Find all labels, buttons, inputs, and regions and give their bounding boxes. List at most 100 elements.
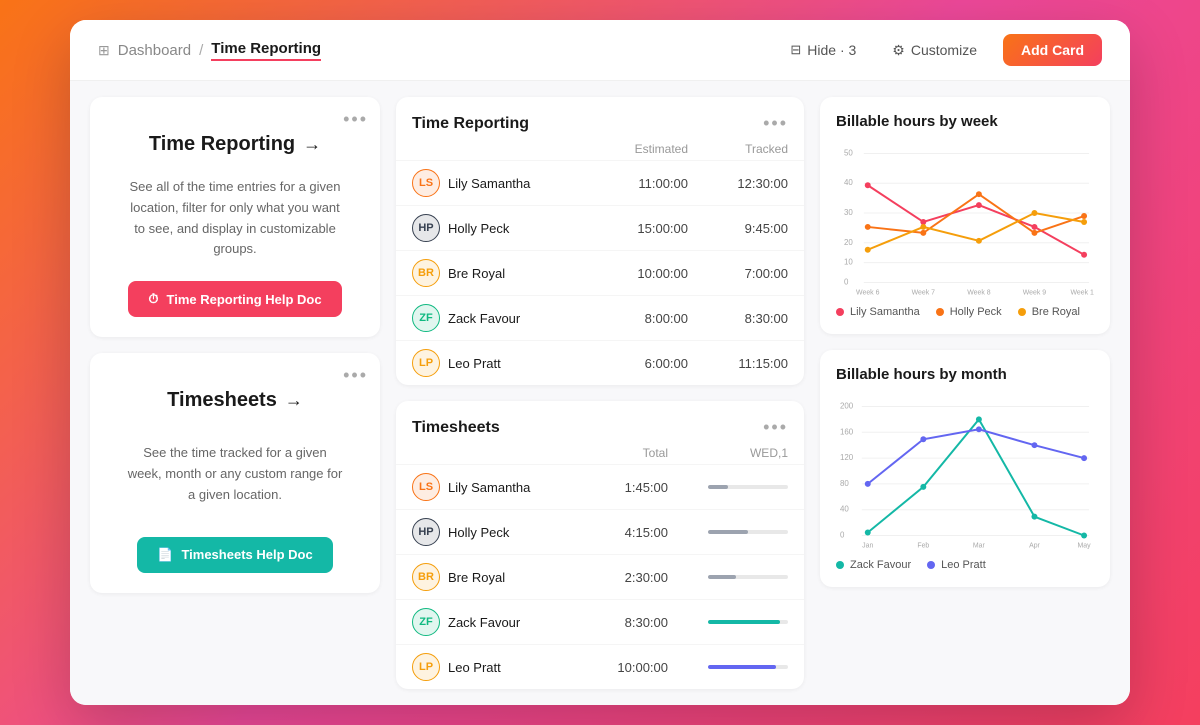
user-cell: ZF Zack Favour [412,304,588,332]
tracked-value: 9:45:00 [688,221,788,236]
clock-icon: ⏱ [148,291,158,307]
table-menu-button[interactable]: ••• [763,113,788,134]
add-card-button[interactable]: Add Card [1003,34,1102,66]
user-name: Zack Favour [448,615,520,630]
card-menu-button[interactable]: ••• [343,109,368,130]
legend-dot-zack [836,561,844,569]
breadcrumb: ⊞ Dashboard / Time Reporting [98,40,321,61]
table-row: LP Leo Pratt 6:00:00 11:15:00 [396,340,804,385]
gear-icon: ⚙ [892,42,905,59]
total-value: 1:45:00 [588,480,668,495]
weekly-chart-title: Billable hours by week [836,113,1094,130]
user-cell: BR Bre Royal [412,259,588,287]
progress-bar-container [668,485,788,489]
total-value: 2:30:00 [588,570,668,585]
legend-dot-leo [927,561,935,569]
weekly-chart-svg: 50 40 30 20 10 0 Week 6 [836,138,1094,298]
table-card-header: Time Reporting ••• [396,97,804,142]
tracked-value: 7:00:00 [688,266,788,281]
progress-track [708,530,788,534]
weekly-chart-area: 50 40 30 20 10 0 Week 6 [836,138,1094,298]
table-row: BR Bre Royal 2:30:00 [396,554,804,599]
user-cell: LP Leo Pratt [412,349,588,377]
progress-bar-container [668,620,788,624]
user-name: Leo Pratt [448,660,501,675]
legend-lily: Lily Samantha [836,306,920,318]
header-actions: ⊟ Hide · 3 ⚙ Customize Add Card [780,34,1102,66]
timesheets-arrow-icon: → [285,390,303,411]
timesheets-info-card-description: See the time tracked for a given week, m… [125,443,345,505]
table-row: LP Leo Pratt 10:00:00 [396,644,804,689]
user-cell: ZF Zack Favour [412,608,588,636]
svg-text:10: 10 [844,258,853,267]
svg-text:40: 40 [840,505,849,514]
svg-text:20: 20 [844,238,853,247]
progress-bar-container [668,665,788,669]
left-column: ••• Time Reporting → See all of the time… [90,97,380,689]
user-name: Holly Peck [448,221,509,236]
timesheets-table-menu-button[interactable]: ••• [763,417,788,438]
svg-text:Jan: Jan [862,542,873,549]
progress-track [708,575,788,579]
user-name: Leo Pratt [448,356,501,371]
user-cell: LS Lily Samantha [412,473,588,501]
avatar: BR [412,259,440,287]
user-cell: LP Leo Pratt [412,653,588,681]
progress-bar-container [668,575,788,579]
legend-label-holly: Holly Peck [950,306,1002,318]
table-columns-header: Estimated Tracked [396,142,804,160]
hide-button[interactable]: ⊟ Hide · 3 [780,36,866,64]
timesheets-help-button[interactable]: 📄 Timesheets Help Doc [137,537,332,573]
estimated-value: 8:00:00 [588,311,688,326]
timesheets-rows: LS Lily Samantha 1:45:00 HP Holly Peck 4… [396,464,804,689]
info-card-description: See all of the time entries for a given … [125,177,345,260]
user-cell: HP Holly Peck [412,214,588,242]
progress-fill [708,665,776,669]
breadcrumb-current: Time Reporting [211,40,321,61]
doc-icon: 📄 [157,547,173,563]
svg-text:0: 0 [840,530,845,539]
svg-text:Week 7: Week 7 [912,289,936,296]
time-reporting-info-card: ••• Time Reporting → See all of the time… [90,97,380,337]
tracked-value: 11:15:00 [688,356,788,371]
weekly-chart-legend: Lily Samantha Holly Peck Bre Royal [836,306,1094,318]
timesheets-info-card: ••• Timesheets → See the time tracked fo… [90,353,380,593]
breadcrumb-dashboard[interactable]: Dashboard [118,42,191,59]
ts-col-wed: WED,1 [668,446,788,460]
col-name [412,142,588,156]
customize-button[interactable]: ⚙ Customize [882,36,987,65]
user-name: Holly Peck [448,525,509,540]
table-row: HP Holly Peck 4:15:00 [396,509,804,554]
legend-label-leo: Leo Pratt [941,559,986,571]
avatar: HP [412,214,440,242]
svg-text:40: 40 [844,178,853,187]
legend-zack: Zack Favour [836,559,911,571]
timesheets-title: Timesheets [167,389,277,412]
time-reporting-help-button[interactable]: ⏱ Time Reporting Help Doc [128,281,341,317]
ts-col-total: Total [588,446,668,460]
estimated-value: 11:00:00 [588,176,688,191]
user-cell: BR Bre Royal [412,563,588,591]
timesheets-columns-header: Total WED,1 [396,446,804,464]
svg-text:120: 120 [840,453,854,462]
legend-label-zack: Zack Favour [850,559,911,571]
tracked-value: 8:30:00 [688,311,788,326]
monthly-chart-svg: 200 160 120 80 40 0 Jan [836,391,1094,551]
legend-leo: Leo Pratt [927,559,986,571]
progress-track [708,665,788,669]
svg-text:Week 8: Week 8 [967,289,991,296]
col-tracked: Tracked [688,142,788,156]
help-btn-label: Time Reporting Help Doc [167,292,322,307]
ts-col-name [412,446,588,460]
timesheets-info-card-title: Timesheets → [167,389,303,412]
progress-bar-container [668,530,788,534]
timesheets-table-card: Timesheets ••• Total WED,1 LS Lily Saman… [396,401,804,689]
user-name: Zack Favour [448,311,520,326]
svg-text:May: May [1078,542,1092,549]
progress-fill [708,485,728,489]
grid-icon: ⊞ [98,42,110,59]
total-value: 4:15:00 [588,525,668,540]
monthly-chart-area: 200 160 120 80 40 0 Jan [836,391,1094,551]
svg-text:Mar: Mar [973,542,986,549]
timesheets-card-menu-button[interactable]: ••• [343,365,368,386]
